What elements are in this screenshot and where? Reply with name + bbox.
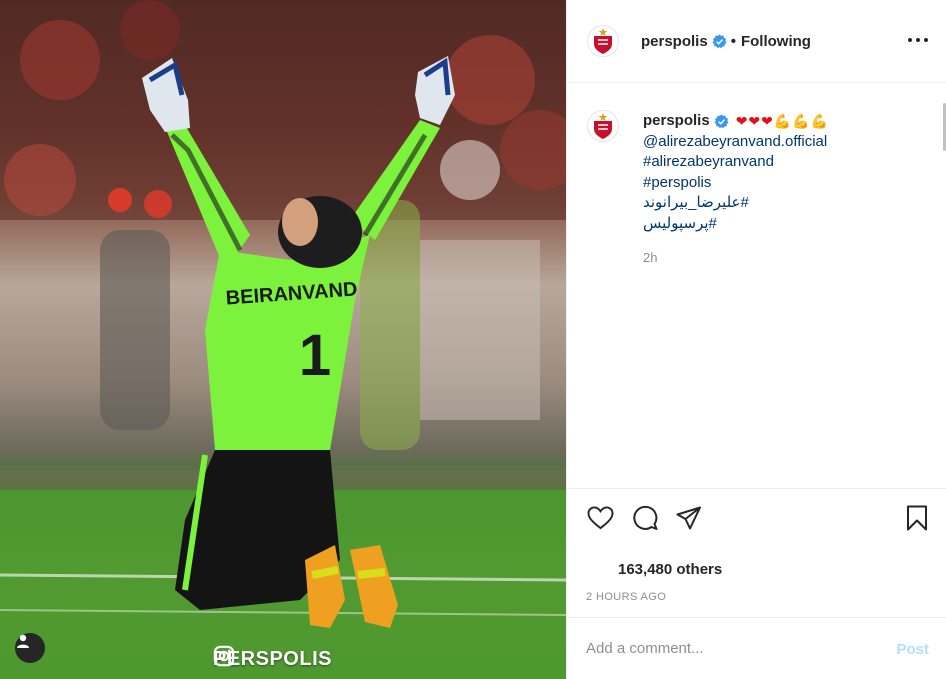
hashtag-link[interactable]: #علیرضا_بیرانوند bbox=[643, 193, 933, 214]
caption-emojis: ❤❤❤💪💪💪 bbox=[736, 111, 830, 132]
perspolis-logo-icon bbox=[594, 28, 612, 54]
verified-badge-icon bbox=[712, 33, 727, 49]
user-tag-button[interactable] bbox=[15, 633, 45, 663]
post-details-panel: perspolis • Following perspolis ❤❤❤💪💪💪 @… bbox=[566, 0, 946, 679]
heart-emojis: ❤❤❤ bbox=[735, 113, 774, 129]
share-icon[interactable] bbox=[675, 504, 703, 532]
post-timestamp[interactable]: 2 HOURS AGO bbox=[586, 591, 666, 603]
jersey-number: 1 bbox=[299, 323, 331, 388]
instagram-icon bbox=[213, 645, 235, 667]
likes-count[interactable]: 163,480 others bbox=[618, 561, 722, 578]
mention-link[interactable]: @alirezabeyranvand.official bbox=[643, 132, 933, 153]
header-username[interactable]: perspolis bbox=[641, 33, 708, 50]
caption-username[interactable]: perspolis bbox=[643, 111, 710, 132]
user-icon bbox=[17, 634, 29, 648]
caption-time[interactable]: 2h bbox=[643, 248, 933, 269]
hashtag-link[interactable]: #perspolis bbox=[643, 173, 933, 194]
caption-avatar[interactable] bbox=[587, 110, 619, 142]
post-header: perspolis • Following bbox=[567, 0, 946, 83]
verified-badge-icon bbox=[714, 114, 729, 129]
bookmark-icon[interactable] bbox=[903, 504, 931, 532]
comment-icon[interactable] bbox=[631, 504, 659, 532]
more-options-icon[interactable] bbox=[908, 33, 928, 47]
flexed-biceps-emojis: 💪💪💪 bbox=[773, 113, 830, 129]
hashtag-link[interactable]: #alirezabeyranvand bbox=[643, 152, 933, 173]
avatar[interactable] bbox=[587, 25, 619, 57]
caption-body: perspolis ❤❤❤💪💪💪 @alirezabeyranvand.offi… bbox=[643, 111, 933, 269]
photo-illustration: BEIRANVAND 1 bbox=[0, 0, 566, 679]
hashtag-link[interactable]: #پرسپولیس bbox=[643, 214, 933, 235]
post-button[interactable]: Post bbox=[896, 641, 929, 658]
header-separator: • bbox=[730, 32, 736, 50]
follow-button[interactable]: Following bbox=[741, 33, 811, 50]
photo-watermark: PERSPOLIS bbox=[213, 645, 332, 673]
action-bar bbox=[567, 488, 946, 544]
heart-icon[interactable] bbox=[586, 504, 614, 532]
comment-bar: Post bbox=[567, 617, 946, 679]
perspolis-logo-icon bbox=[594, 113, 612, 139]
post-photo[interactable]: BEIRANVAND 1 PERSPOLIS bbox=[0, 0, 566, 679]
comment-input[interactable] bbox=[586, 640, 876, 657]
caption-area: perspolis ❤❤❤💪💪💪 @alirezabeyranvand.offi… bbox=[567, 83, 946, 488]
